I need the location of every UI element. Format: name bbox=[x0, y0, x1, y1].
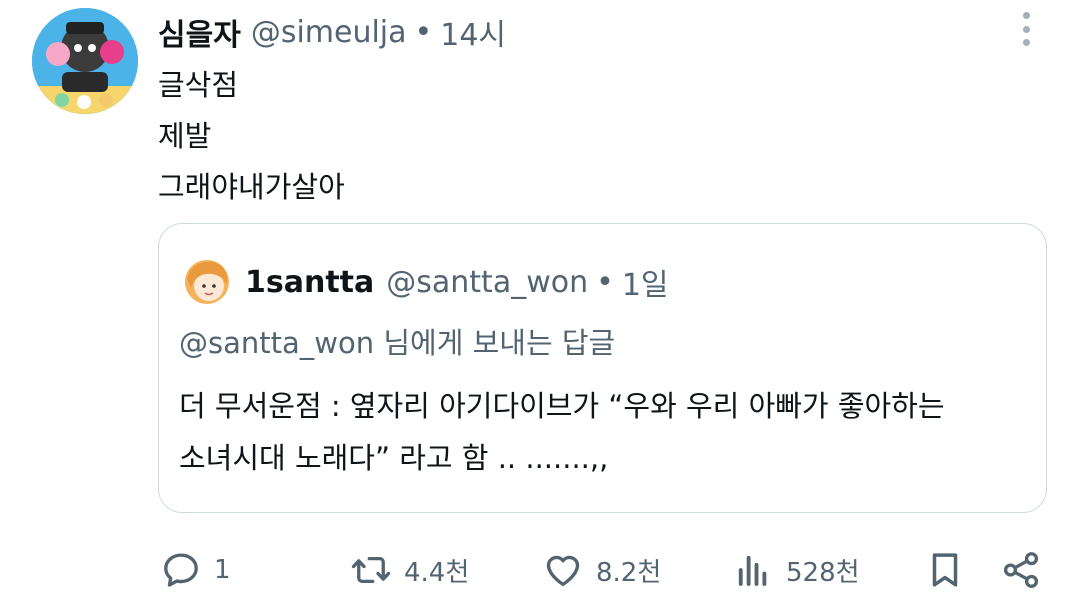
speech-bubble-icon bbox=[164, 553, 198, 587]
retweet-count: 4.4천 bbox=[404, 557, 470, 588]
view-count: 528천 bbox=[786, 557, 860, 588]
like-button[interactable]: 8.2천 bbox=[542, 540, 661, 600]
tweet-header: 심을자 @simeulja • 14시 bbox=[158, 10, 506, 54]
separator-dot: • bbox=[596, 264, 614, 300]
bookmark-icon bbox=[932, 553, 958, 587]
quoted-tweet-text: 더 무서운점 : 옆자리 아기다이브가 “우와 우리 아빠가 좋아하는 소녀시대… bbox=[179, 380, 1019, 484]
quoted-text-line: 소녀시대 노래다” 라고 함 .. .......,, bbox=[179, 441, 609, 475]
bar-chart-icon bbox=[738, 555, 767, 586]
quoted-timestamp[interactable]: 1일 bbox=[622, 260, 669, 304]
quoted-author-avatar[interactable] bbox=[179, 254, 235, 310]
like-count: 8.2천 bbox=[596, 557, 662, 588]
author-handle[interactable]: @simeulja bbox=[251, 15, 407, 50]
author-display-name[interactable]: 심을자 bbox=[158, 10, 241, 54]
share-button[interactable] bbox=[1000, 540, 1042, 600]
action-bar: 1 4.4천 8.2천 528천 bbox=[158, 540, 1048, 600]
retweet-arrows-icon bbox=[351, 556, 391, 584]
tweet-text-line: 그래야내가살아 bbox=[158, 170, 345, 204]
reply-button[interactable]: 1 bbox=[160, 540, 231, 600]
quoted-display-name[interactable]: 1santta bbox=[245, 265, 374, 300]
reply-count: 1 bbox=[214, 555, 231, 585]
quoted-text-line: 더 무서운점 : 옆자리 아기다이브가 “우와 우리 아빠가 좋아하는 bbox=[179, 389, 945, 423]
retweet-button[interactable]: 4.4천 bbox=[350, 540, 469, 600]
heart-icon bbox=[546, 555, 580, 587]
views-button[interactable]: 528천 bbox=[732, 540, 860, 600]
tweet-text-line: 글삭점 bbox=[158, 68, 239, 102]
separator-dot: • bbox=[414, 14, 433, 50]
tweet-text: 글삭점 제발 그래야내가살아 bbox=[158, 60, 345, 213]
reply-to-label: @santta_won 님에게 보내는 답글 bbox=[179, 326, 616, 360]
bookmark-button[interactable] bbox=[924, 540, 966, 600]
quoted-tweet-card[interactable]: 1santta @santta_won • 1일 @santta_won 님에게… bbox=[158, 223, 1047, 513]
more-options-icon[interactable] bbox=[1014, 12, 1038, 46]
share-icon bbox=[1003, 552, 1039, 588]
quoted-handle[interactable]: @santta_won bbox=[386, 265, 588, 300]
tweet-text-line: 제발 bbox=[158, 119, 212, 153]
quoted-tweet-header: 1santta @santta_won • 1일 bbox=[179, 254, 669, 310]
author-avatar[interactable] bbox=[32, 8, 138, 114]
tweet-timestamp[interactable]: 14시 bbox=[440, 10, 506, 54]
